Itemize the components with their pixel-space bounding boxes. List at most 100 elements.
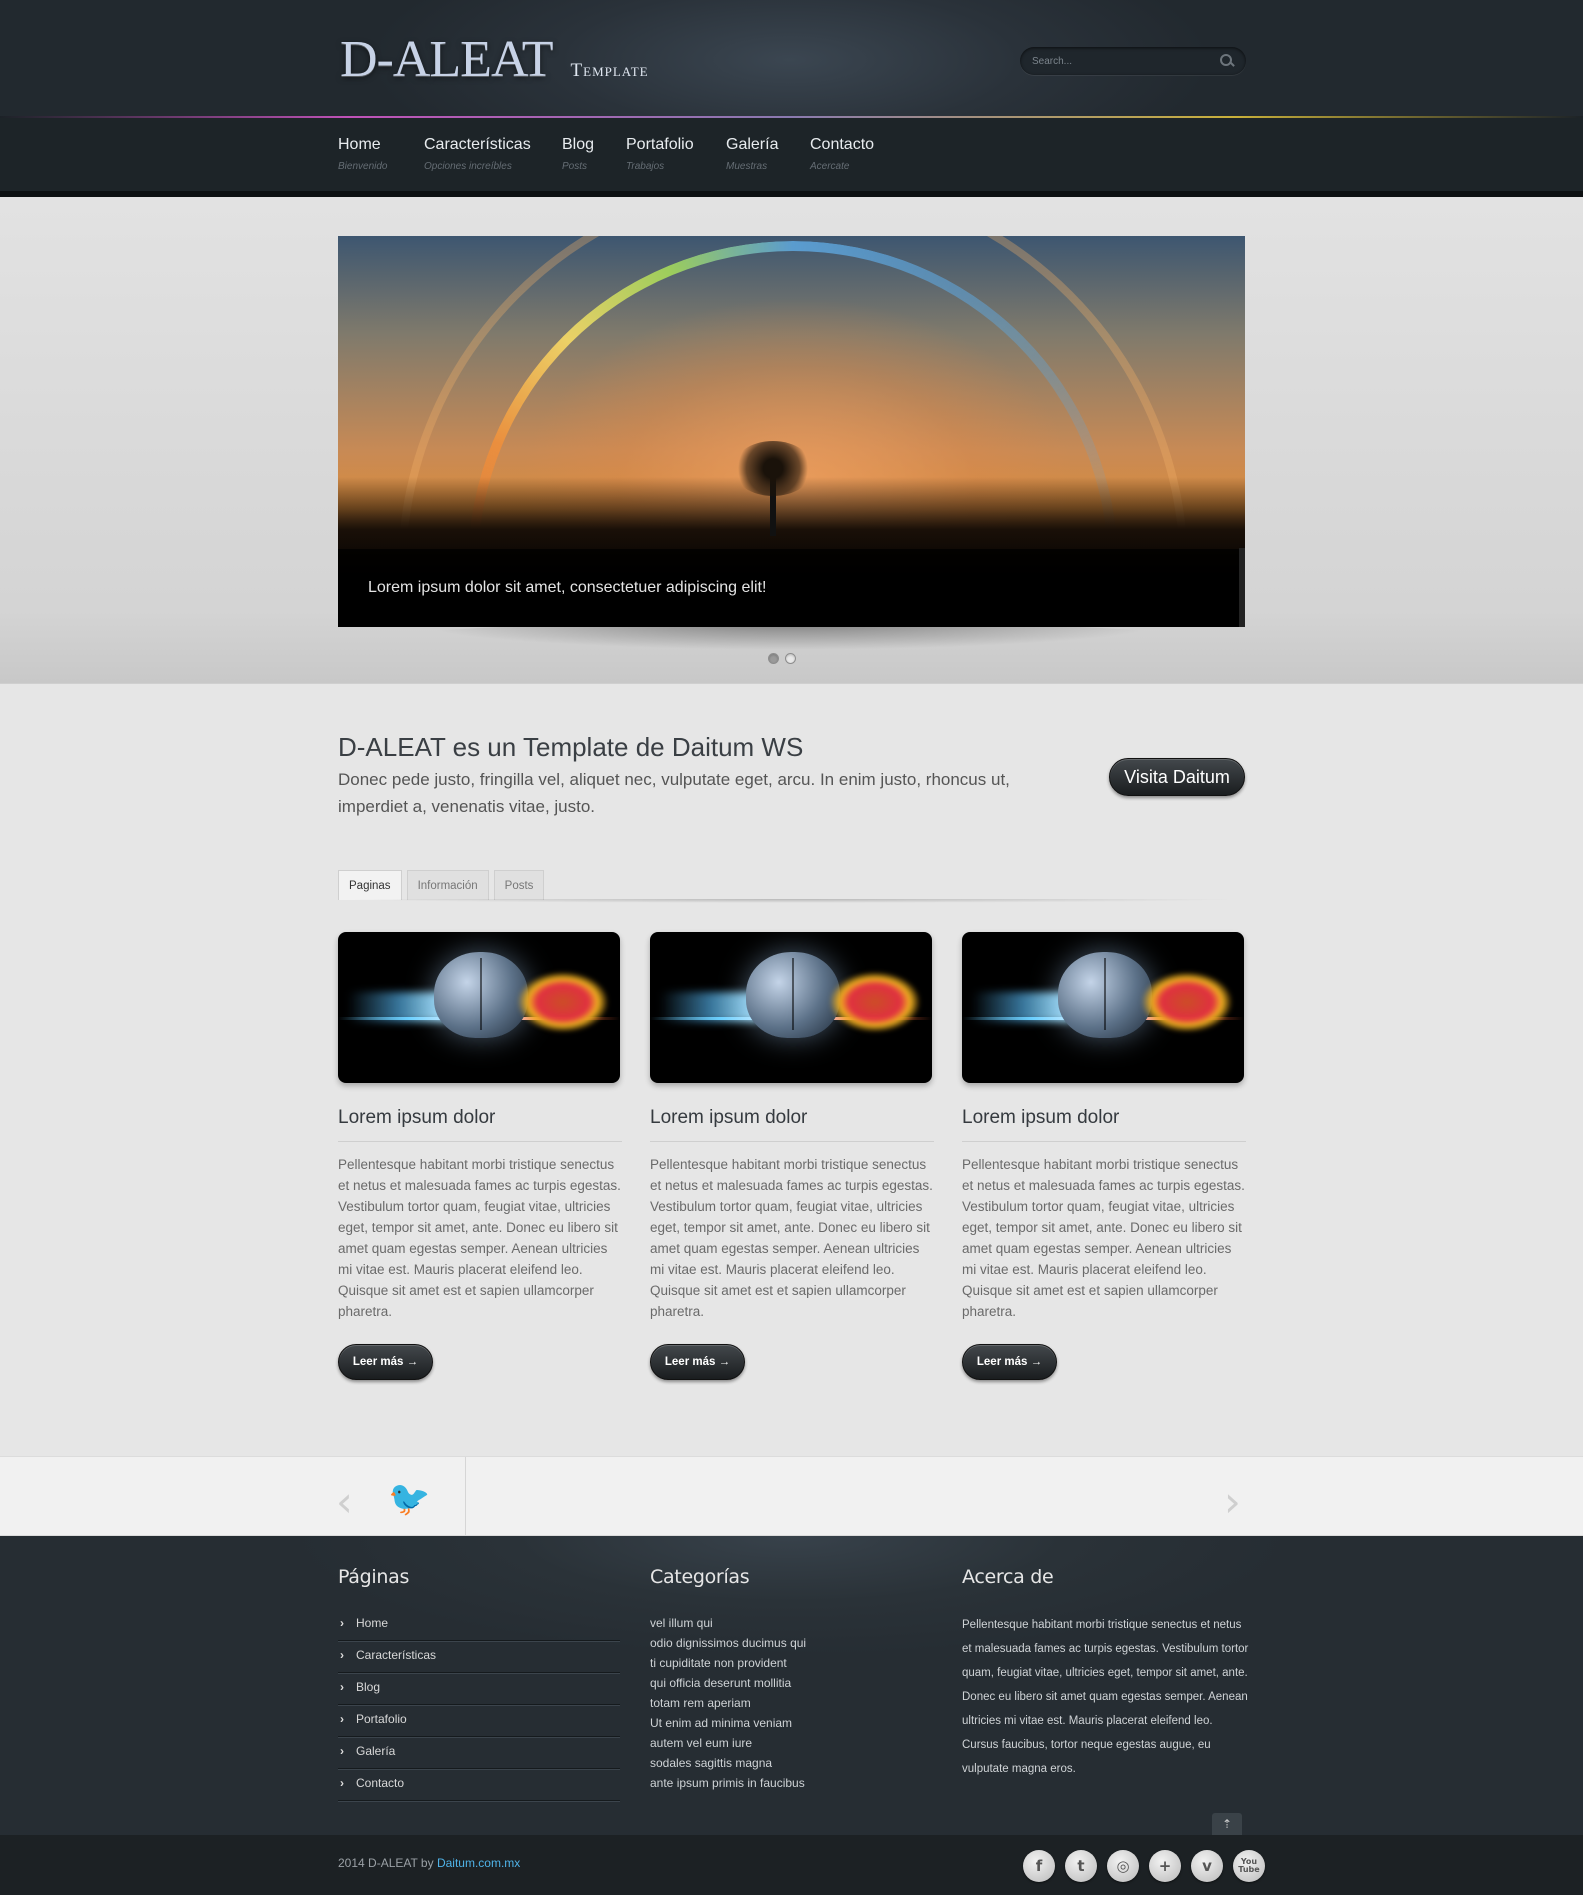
tabs-divider <box>338 899 1245 903</box>
content-tabs: Paginas Información Posts <box>338 870 545 900</box>
intro-heading: D-ALEAT es un Template de Daitum WS <box>338 732 804 762</box>
card-image[interactable] <box>962 932 1244 1083</box>
nav-label: Home <box>338 136 381 153</box>
about-text: Pellentesque habitant morbi tristique se… <box>962 1619 1249 1775</box>
color-burst <box>1142 972 1232 1032</box>
category-item[interactable]: autem vel eum iure <box>650 1733 806 1753</box>
card-text: Pellentesque habitant morbi tristique se… <box>338 1157 621 1319</box>
main-navigation: Home Bienvenido Características Opciones… <box>0 118 1583 197</box>
read-more-button[interactable]: Leer más → <box>962 1344 1057 1380</box>
read-more-button[interactable]: Leer más → <box>338 1344 433 1380</box>
footer-link-contacto[interactable]: Contacto <box>338 1769 620 1801</box>
card-text: Pellentesque habitant morbi tristique se… <box>962 1157 1245 1319</box>
footer-link-blog[interactable]: Blog <box>338 1673 620 1705</box>
footer-link-home[interactable]: Home <box>338 1609 620 1641</box>
nav-item-contacto[interactable]: Contacto Acercate <box>810 136 874 172</box>
read-more-button[interactable]: Leer más → <box>650 1344 745 1380</box>
back-to-top-button[interactable]: ⇡ <box>1212 1813 1242 1835</box>
feature-card: Lorem ipsum dolor Pellentesque habitant … <box>338 932 622 1380</box>
copyright: 2014 D-ALEAT by Daitum.com.mx <box>338 1856 520 1870</box>
footer-pages-column: Páginas Home Características Blog Portaf… <box>338 1566 620 1801</box>
chevron-left-icon[interactable]: ‹ <box>336 1477 353 1526</box>
search-box <box>1020 47 1246 75</box>
nav-item-home[interactable]: Home Bienvenido <box>338 136 387 172</box>
footer-about-column: Acerca de Pellentesque habitant morbi tr… <box>962 1566 1252 1781</box>
bottom-bar <box>0 1835 1583 1895</box>
nav-item-blog[interactable]: Blog Posts <box>562 136 594 172</box>
category-item[interactable]: Ut enim ad minima veniam <box>650 1713 806 1733</box>
slider-dot-1[interactable] <box>768 653 779 664</box>
tab-informacion[interactable]: Información <box>406 870 489 900</box>
slider-shadow <box>410 622 1170 650</box>
card-image[interactable] <box>338 932 620 1083</box>
category-item[interactable]: odio dignissimos ducimus qui <box>650 1633 806 1653</box>
nav-sublabel: Trabajos <box>626 161 665 172</box>
nav-item-portafolio[interactable]: Portafolio Trabajos <box>626 136 694 172</box>
brain-illustration <box>1058 952 1152 1038</box>
logo-title: D-ALEAT <box>340 31 554 88</box>
tab-paginas[interactable]: Paginas <box>338 870 402 900</box>
color-burst <box>518 972 608 1032</box>
category-item[interactable]: qui officia deserunt mollitia <box>650 1673 806 1693</box>
card-title: Lorem ipsum dolor <box>338 1107 622 1142</box>
social-icons: f t ◎ + v You Tube <box>1023 1850 1265 1882</box>
feature-card: Lorem ipsum dolor Pellentesque habitant … <box>650 932 934 1380</box>
googleplus-icon[interactable]: + <box>1149 1850 1181 1882</box>
tree-silhouette <box>733 441 813 536</box>
slider-dot-2[interactable] <box>785 653 796 664</box>
footer-about-title: Acerca de <box>962 1566 1054 1588</box>
nav-sublabel: Muestras <box>726 161 768 172</box>
search-input[interactable] <box>1032 55 1220 67</box>
card-title: Lorem ipsum dolor <box>962 1107 1246 1142</box>
card-image[interactable] <box>650 932 932 1083</box>
nav-item-galeria[interactable]: Galería Muestras <box>726 136 778 172</box>
slider-image[interactable]: Lorem ipsum dolor sit amet, consectetuer… <box>338 236 1245 627</box>
card-text: Pellentesque habitant morbi tristique se… <box>650 1157 933 1319</box>
chevron-right-icon[interactable]: › <box>1224 1477 1241 1526</box>
footer-link-caracteristicas[interactable]: Características <box>338 1641 620 1673</box>
tbar-divider <box>465 1457 466 1535</box>
brain-illustration <box>746 952 840 1038</box>
slider-edge <box>1239 548 1245 627</box>
nav-sublabel: Posts <box>562 161 588 172</box>
category-item[interactable]: ante ipsum primis in faucibus <box>650 1773 806 1793</box>
dribbble-icon[interactable]: ◎ <box>1107 1850 1139 1882</box>
site-logo[interactable]: D-ALEAT Template <box>340 30 649 90</box>
nav-sublabel: Bienvenido <box>338 161 388 172</box>
category-item[interactable]: vel illum qui <box>650 1613 806 1633</box>
twitter-bird-icon: 🐦 <box>388 1479 431 1519</box>
nav-label: Galería <box>726 136 779 153</box>
categories-list: vel illum qui odio dignissimos ducimus q… <box>650 1613 806 1793</box>
search-icon[interactable] <box>1220 54 1234 68</box>
footer-pages-list: Home Características Blog Portafolio Gal… <box>338 1609 620 1801</box>
nav-label: Contacto <box>810 136 875 153</box>
twitter-icon[interactable]: t <box>1065 1850 1097 1882</box>
logo-subtitle: Template <box>570 60 649 81</box>
nav-label: Portafolio <box>626 136 694 153</box>
feature-card: Lorem ipsum dolor Pellentesque habitant … <box>962 932 1246 1380</box>
footer-categories-title: Categorías <box>650 1566 750 1588</box>
copyright-text: 2014 D-ALEAT by <box>338 1856 437 1870</box>
nav-item-caracteristicas[interactable]: Características Opciones increíbles <box>424 136 531 172</box>
youtube-icon[interactable]: You Tube <box>1233 1850 1265 1882</box>
category-item[interactable]: sodales sagittis magna <box>650 1753 806 1773</box>
intro-text: Donec pede justo, fringilla vel, aliquet… <box>338 770 1010 816</box>
footer-link-portafolio[interactable]: Portafolio <box>338 1705 620 1737</box>
daitum-link[interactable]: Daitum.com.mx <box>437 1856 520 1870</box>
category-item[interactable]: totam rem aperiam <box>650 1693 806 1713</box>
brain-illustration <box>434 952 528 1038</box>
nav-sublabel: Opciones increíbles <box>424 161 512 172</box>
footer-link-galeria[interactable]: Galería <box>338 1737 620 1769</box>
category-item[interactable]: ti cupiditate non provident <box>650 1653 806 1673</box>
card-title: Lorem ipsum dolor <box>650 1107 934 1142</box>
color-burst <box>830 972 920 1032</box>
tab-posts[interactable]: Posts <box>493 870 545 900</box>
vimeo-icon[interactable]: v <box>1191 1850 1223 1882</box>
visit-daitum-button[interactable]: Visita Daitum <box>1109 758 1245 796</box>
facebook-icon[interactable]: f <box>1023 1850 1055 1882</box>
slider-caption: Lorem ipsum dolor sit amet, consectetuer… <box>338 549 1245 627</box>
nav-label: Blog <box>562 136 595 153</box>
twitter-feed-bar: ‹ 🐦 › <box>0 1456 1583 1536</box>
slider-pagination <box>768 653 796 664</box>
nav-sublabel: Acercate <box>810 161 850 172</box>
